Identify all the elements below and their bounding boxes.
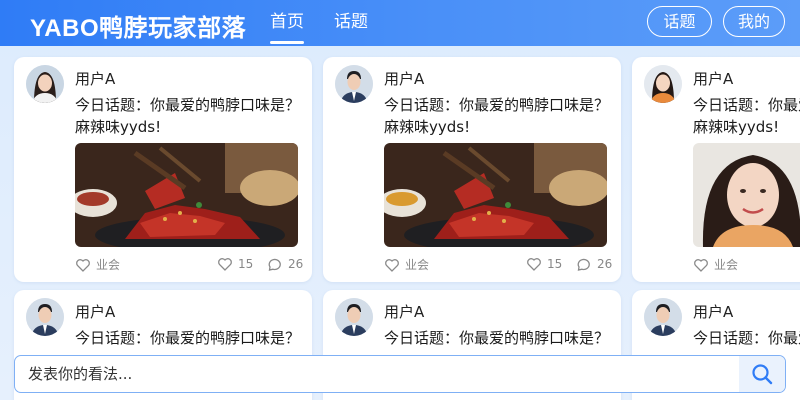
search-icon bbox=[752, 364, 773, 385]
post-card[interactable]: 用户A 今日话题：你最爱的鸭脖口味是？麻辣味yyds! 业会 bbox=[632, 57, 800, 282]
username[interactable]: 用户A bbox=[75, 68, 115, 89]
heart-icon bbox=[76, 258, 90, 272]
comment-icon bbox=[577, 258, 590, 271]
post-text: 今日话题：你最爱的鸭脖口味是？麻辣味yyds! bbox=[384, 96, 610, 136]
nav-home[interactable]: 首页 bbox=[270, 0, 304, 46]
app-logo[interactable]: YABO鸭脖玩家部落 bbox=[30, 8, 246, 43]
comment-composer bbox=[14, 355, 786, 393]
post-image-portrait[interactable] bbox=[693, 143, 800, 247]
male-avatar[interactable] bbox=[26, 298, 64, 336]
username[interactable]: 用户A bbox=[693, 68, 733, 89]
favorite-action[interactable]: 业会 bbox=[693, 256, 738, 273]
post-text: 今日话题：你最爱的鸭脖口味是？麻辣味yyds! bbox=[75, 96, 301, 136]
my-profile-button[interactable]: 我的 bbox=[723, 6, 785, 37]
favorite-action[interactable]: 业会 bbox=[75, 256, 120, 273]
username[interactable]: 用户A bbox=[384, 68, 424, 89]
search-button[interactable] bbox=[739, 356, 785, 392]
post-actions: 业会 15 26 bbox=[75, 256, 303, 274]
post-text: 今日话题：你最爱的鸭脖口味是？麻辣味yyds! bbox=[693, 96, 800, 136]
username[interactable]: 用户A bbox=[75, 301, 115, 322]
female-avatar[interactable] bbox=[26, 65, 64, 103]
male-avatar[interactable] bbox=[335, 298, 373, 336]
post-text: 今日话题：你最爱的鸭脖口味是？ bbox=[384, 329, 610, 347]
post-image-duck-neck[interactable] bbox=[384, 143, 607, 247]
heart-icon bbox=[218, 258, 232, 271]
comment-count: 26 bbox=[288, 257, 304, 271]
favorite-label: 业会 bbox=[96, 258, 121, 272]
comment-action[interactable]: 26 bbox=[576, 256, 612, 272]
topic-button[interactable]: 话题 bbox=[647, 6, 712, 37]
comment-icon bbox=[268, 258, 281, 271]
top-bar: YABO鸭脖玩家部落 首页 话题 话题 我的 bbox=[0, 0, 800, 46]
male-avatar[interactable] bbox=[335, 65, 373, 103]
nav-topics[interactable]: 话题 bbox=[334, 0, 368, 46]
like-count: 15 bbox=[547, 257, 563, 271]
heart-icon bbox=[385, 258, 399, 272]
opinion-input[interactable] bbox=[15, 356, 741, 392]
post-text: 今日话题：你最爱的鸭脖口味是？ bbox=[75, 329, 301, 347]
username[interactable]: 用户A bbox=[384, 301, 424, 322]
favorite-label: 业会 bbox=[714, 258, 739, 272]
username[interactable]: 用户A bbox=[693, 301, 733, 322]
post-text: 今日话题：你最爱的鸭脖口味是？ bbox=[693, 329, 800, 347]
comment-action[interactable]: 26 bbox=[267, 256, 303, 272]
male-avatar[interactable] bbox=[644, 298, 682, 336]
like-count: 15 bbox=[238, 257, 254, 271]
post-actions: 业会 bbox=[693, 256, 800, 274]
heart-icon bbox=[527, 258, 541, 271]
comment-count: 26 bbox=[597, 257, 613, 271]
heart-icon bbox=[694, 258, 708, 272]
post-card[interactable]: 用户A 今日话题：你最爱的鸭脖口味是？麻辣味yyds! 业会 15 26 bbox=[14, 57, 312, 282]
favorite-label: 业会 bbox=[405, 258, 430, 272]
post-image-duck-neck[interactable] bbox=[75, 143, 298, 247]
female-avatar[interactable] bbox=[644, 65, 682, 103]
like-action[interactable]: 15 bbox=[526, 256, 562, 272]
like-action[interactable]: 15 bbox=[217, 256, 253, 272]
main-nav: 首页 话题 bbox=[270, 0, 398, 46]
favorite-action[interactable]: 业会 bbox=[384, 256, 429, 273]
post-actions: 业会 15 26 bbox=[384, 256, 612, 274]
post-card[interactable]: 用户A 今日话题：你最爱的鸭脖口味是？麻辣味yyds! 业会 15 26 bbox=[323, 57, 621, 282]
